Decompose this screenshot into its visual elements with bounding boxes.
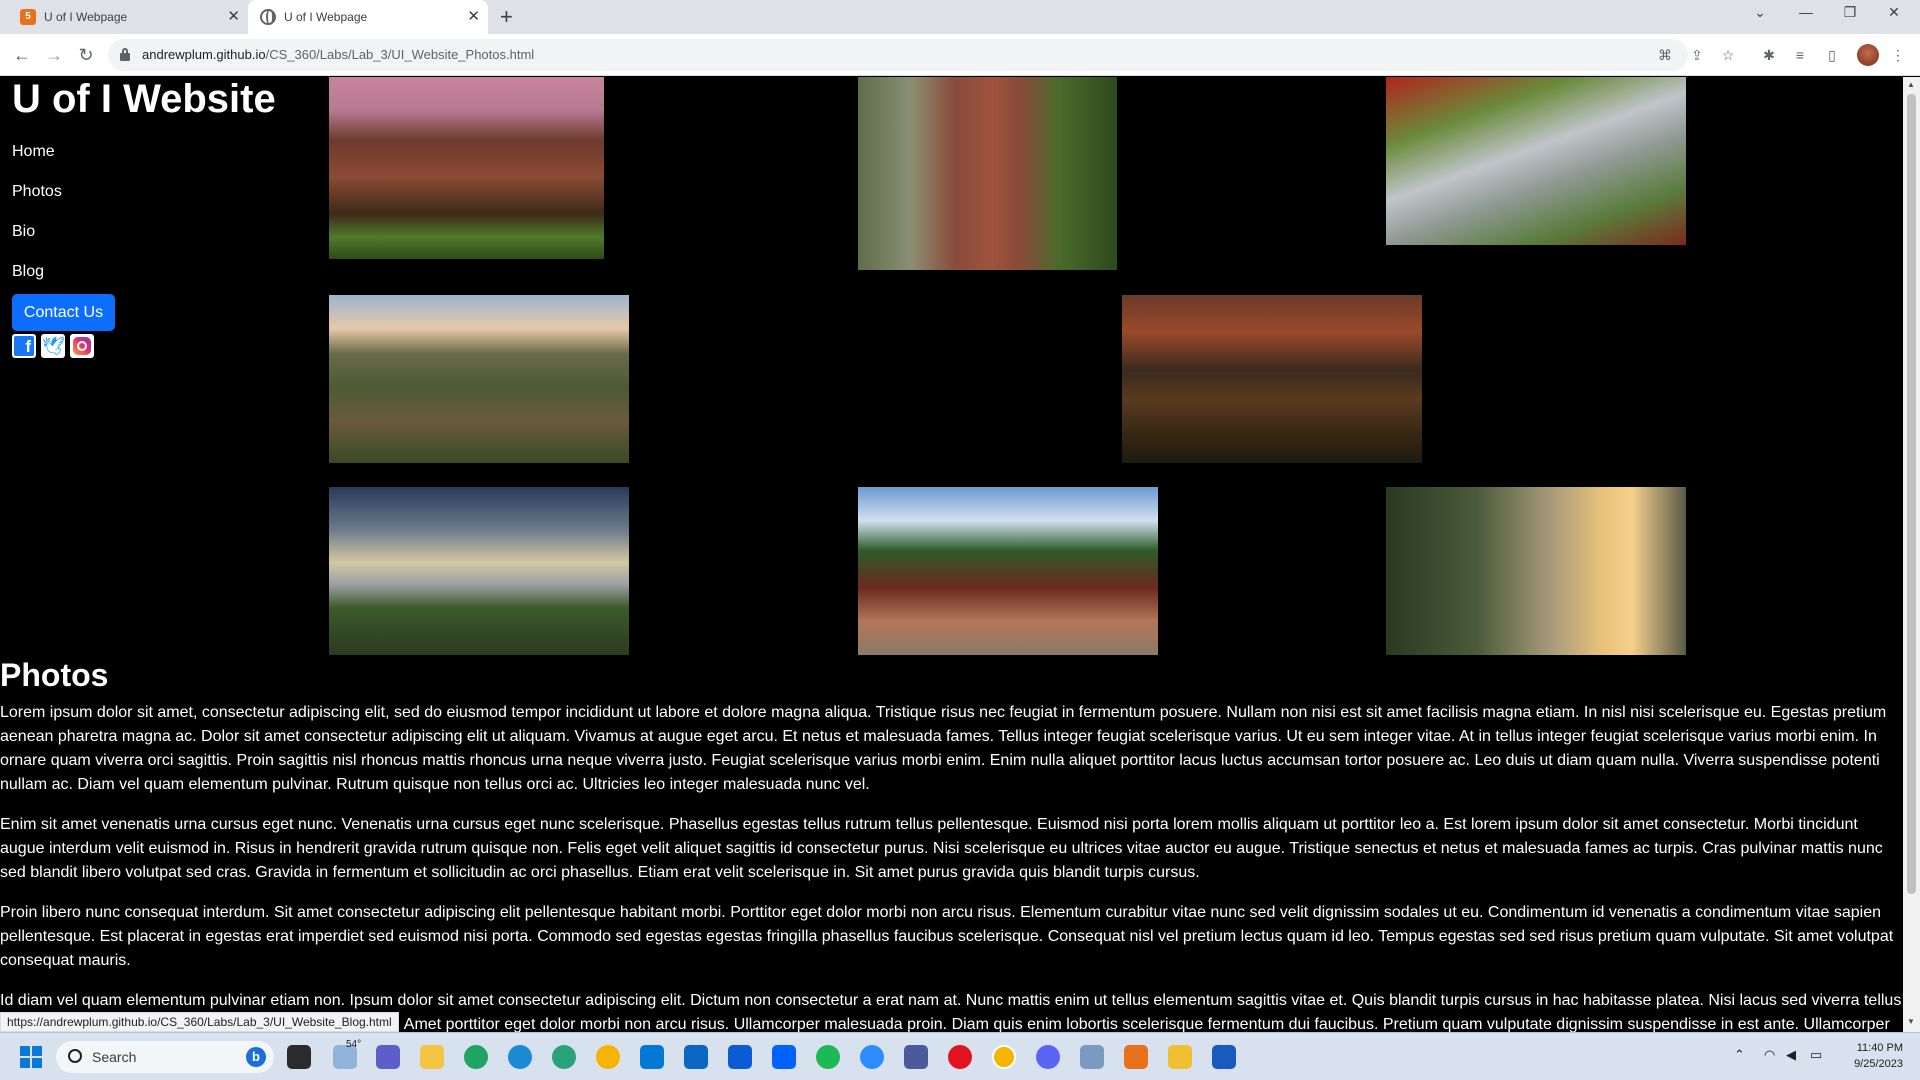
opera-icon[interactable]	[948, 1045, 972, 1069]
campus-photo-dome-field	[329, 487, 629, 655]
teams-chat-icon[interactable]	[376, 1045, 400, 1069]
forward-icon[interactable]: →	[42, 43, 66, 67]
search-label: Search	[92, 1049, 137, 1065]
facebook-icon[interactable]: f	[12, 334, 36, 358]
zoom-icon[interactable]	[860, 1045, 884, 1069]
back-icon[interactable]: ←	[10, 43, 34, 67]
nav-home[interactable]: Home	[12, 143, 62, 183]
browser-tab-strip: 5 U of I Webpage ✕ U of I Webpage ✕ + ⌄ …	[0, 0, 1920, 34]
app-icon[interactable]	[1168, 1045, 1192, 1069]
clock-date: 9/25/2023	[1854, 1058, 1903, 1070]
campus-photo-entrance-sign	[858, 487, 1158, 655]
volume-icon[interactable]: ◀	[1786, 1047, 1796, 1063]
site-title: U of I Website	[12, 77, 276, 121]
scroll-thumb[interactable]	[1907, 94, 1916, 894]
lock-icon[interactable]	[120, 48, 130, 61]
media-icon[interactable]: ≡	[1790, 45, 1810, 65]
close-icon[interactable]: ✕	[227, 9, 240, 25]
body-text: Lorem ipsum dolor sit amet, consectetur …	[0, 701, 1903, 1032]
discord-icon[interactable]	[1036, 1045, 1060, 1069]
nav-photos[interactable]: Photos	[12, 183, 62, 223]
share-icon[interactable]: ⇪	[1687, 45, 1707, 65]
profile-avatar[interactable]	[1857, 44, 1879, 66]
weather-temp: 54°	[346, 1039, 362, 1050]
spotify-icon[interactable]	[816, 1045, 840, 1069]
edge-icon[interactable]	[508, 1045, 532, 1069]
paragraph: Lorem ipsum dolor sit amet, consectetur …	[0, 704, 1887, 793]
bing-icon[interactable]: b	[246, 1047, 266, 1067]
chrome-active-icon[interactable]	[992, 1045, 1016, 1069]
store-icon[interactable]	[728, 1045, 752, 1069]
task-view-icon[interactable]	[287, 1045, 311, 1069]
browser-tab-inactive[interactable]: 5 U of I Webpage ✕	[12, 0, 248, 34]
clock-time: 11:40 PM	[1856, 1042, 1903, 1054]
link-hover-status: https://andrewplum.github.io/CS_360/Labs…	[0, 1012, 399, 1032]
page-scrollbar[interactable]: ▲ ▼	[1903, 77, 1920, 1032]
twitter-icon[interactable]: 🕊	[41, 334, 65, 358]
new-tab-button[interactable]: +	[500, 5, 513, 29]
restore-icon[interactable]: ❐	[1830, 4, 1870, 21]
campus-photo-aerial-sunset	[329, 295, 629, 463]
instagram-icon[interactable]	[70, 334, 94, 358]
paragraph: Proin libero nunc consequat interdum. Si…	[0, 904, 1894, 969]
app-icon[interactable]	[684, 1045, 708, 1069]
photos-icon[interactable]	[1080, 1045, 1104, 1069]
browser-tab-active[interactable]: U of I Webpage ✕	[248, 0, 488, 34]
side-panel-icon[interactable]: ▯	[1822, 45, 1842, 65]
campus-photo-water-tower	[1386, 487, 1686, 655]
remote-icon[interactable]	[904, 1045, 928, 1069]
minimize-icon[interactable]: —	[1786, 4, 1826, 20]
bookmark-star-icon[interactable]: ☆	[1718, 45, 1738, 65]
site-nav: Home Photos Bio Blog	[12, 143, 62, 303]
html-editor-icon[interactable]	[1124, 1045, 1148, 1069]
search-icon	[68, 1049, 82, 1063]
windows-taskbar: Search b 54° ⌃ ◠ ◀ ▭ 11:40 PM 9/25/2023	[0, 1032, 1920, 1080]
paragraph: Enim sit amet venenatis urna cursus eget…	[0, 816, 1883, 881]
mail-icon[interactable]	[640, 1045, 664, 1069]
close-icon[interactable]: ✕	[467, 9, 480, 25]
tab-search-icon[interactable]: ⌄	[1740, 4, 1780, 21]
windows-start-icon[interactable]	[20, 1046, 42, 1068]
scroll-down-arrow[interactable]: ▼	[1907, 1017, 1915, 1026]
campus-photo-admin-building	[329, 77, 604, 259]
campus-photo-tower	[858, 77, 1117, 270]
translate-icon[interactable]: ⌘	[1655, 45, 1675, 65]
edge-dev-icon[interactable]	[464, 1045, 488, 1069]
word-icon[interactable]	[1212, 1045, 1236, 1069]
reload-icon[interactable]: ↻	[74, 43, 98, 67]
clock[interactable]: 11:40 PM 9/25/2023	[1833, 1040, 1903, 1072]
webpage: U of I Website Home Photos Bio Blog Cont…	[0, 77, 1903, 1032]
tab-title: U of I Webpage	[284, 10, 368, 24]
tab-title: U of I Webpage	[44, 10, 128, 24]
dropbox-icon[interactable]	[772, 1045, 796, 1069]
address-bar[interactable]: andrewplum.github.io/CS_360/Labs/Lab_3/U…	[108, 39, 1688, 71]
file-explorer-icon[interactable]	[420, 1045, 444, 1069]
taskbar-search[interactable]: Search b	[56, 1041, 274, 1073]
scroll-up-arrow[interactable]: ▲	[1907, 80, 1915, 89]
url-text[interactable]: andrewplum.github.io/CS_360/Labs/Lab_3/U…	[142, 47, 534, 62]
menu-icon[interactable]: ⋮	[1888, 45, 1908, 65]
battery-icon[interactable]: ▭	[1810, 1047, 1822, 1063]
globe-icon	[260, 9, 276, 25]
extensions-icon[interactable]: ✱	[1759, 45, 1779, 65]
campus-photo-aerial-dome	[1122, 295, 1422, 463]
section-title: Photos	[0, 657, 109, 693]
edge-beta-icon[interactable]	[552, 1045, 576, 1069]
wifi-icon[interactable]: ◠	[1764, 1047, 1775, 1063]
nav-bio[interactable]: Bio	[12, 223, 62, 263]
html-file-icon: 5	[20, 9, 36, 25]
close-window-icon[interactable]: ✕	[1874, 4, 1914, 21]
browser-toolbar: ← → ↻ andrewplum.github.io/CS_360/Labs/L…	[0, 34, 1920, 76]
contact-us-button[interactable]: Contact Us	[12, 294, 115, 331]
campus-photo-students-walkway	[1386, 77, 1686, 245]
chevron-up-icon[interactable]: ⌃	[1734, 1047, 1745, 1063]
chrome-icon[interactable]	[596, 1045, 620, 1069]
